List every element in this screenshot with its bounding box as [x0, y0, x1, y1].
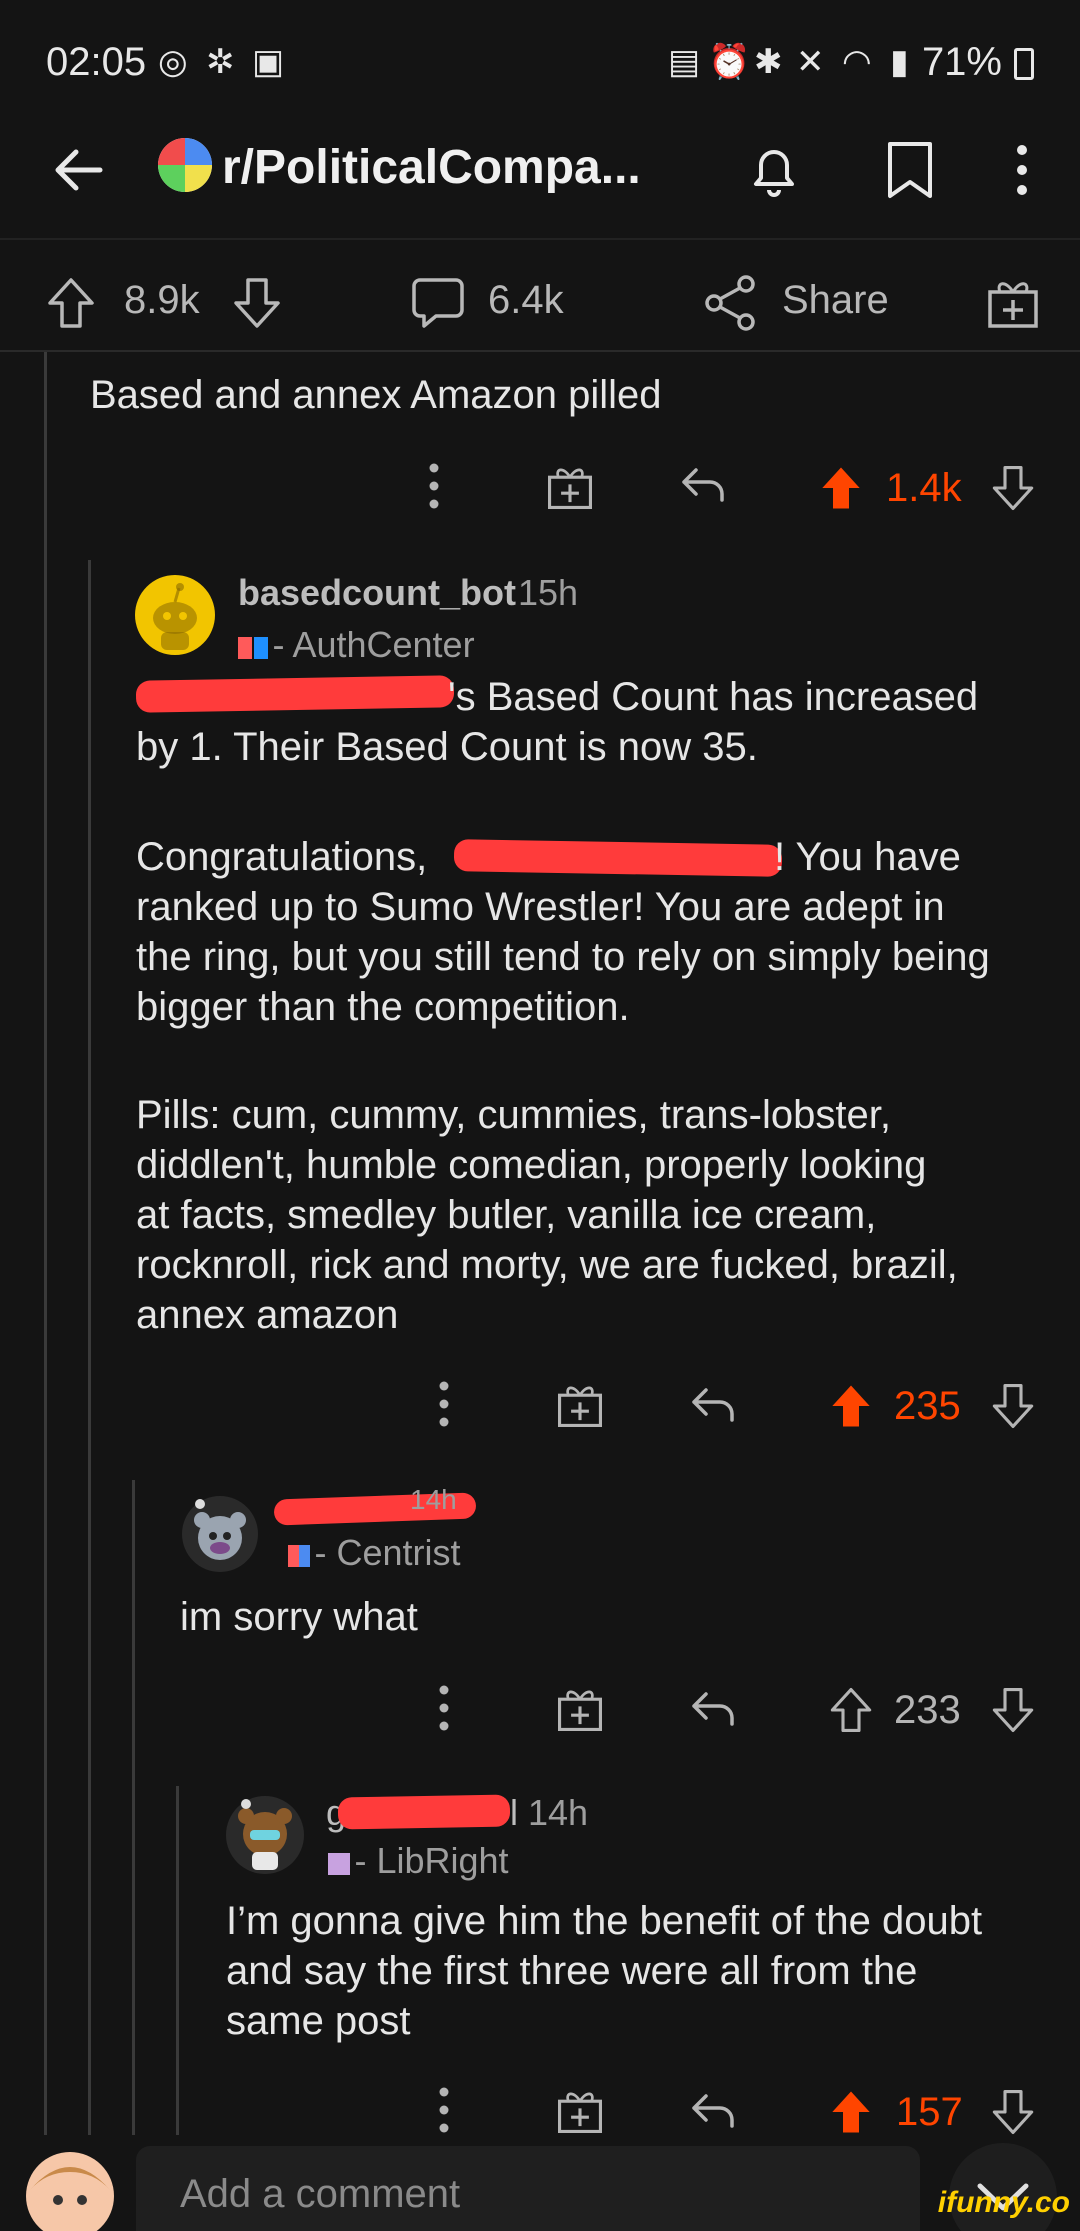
comment-bubble-icon[interactable]: [410, 276, 466, 330]
comment-body: Based and annex Amazon pilled: [90, 373, 662, 417]
downvote-icon[interactable]: [990, 2088, 1036, 2136]
comment-more-icon[interactable]: [434, 2082, 454, 2138]
avatar[interactable]: [180, 1494, 260, 1574]
flair-text: - LibRight: [354, 1840, 509, 1881]
downvote-icon[interactable]: [990, 1382, 1036, 1430]
comment-body: 's Based Count has increased: [448, 675, 979, 719]
wifi-icon: ◠: [842, 43, 872, 81]
comment-more-icon[interactable]: [434, 1680, 454, 1736]
post-upvote-icon[interactable]: [46, 276, 96, 330]
reply-icon[interactable]: [690, 1384, 736, 1424]
upvote-active-icon[interactable]: [828, 1382, 874, 1430]
flair-text: - AuthCenter: [272, 624, 475, 665]
user-flair: - AuthCenter: [238, 624, 475, 666]
alarm-icon: ⏰: [708, 43, 751, 81]
comment-more-icon[interactable]: [424, 458, 444, 514]
comment-body: rocknroll, rick and morty, we are fucked…: [136, 1243, 958, 1287]
whatsapp-icon: ◎: [158, 43, 188, 81]
flair-color-square: [328, 1853, 350, 1875]
thread-line[interactable]: [176, 1786, 179, 2142]
comment-body: ranked up to Sumo Wrestler! You are adep…: [136, 885, 945, 929]
comment-body: diddlen't, humble comedian, properly loo…: [136, 1143, 927, 1187]
thread-line[interactable]: [44, 352, 47, 2142]
signal-icon: ▮: [890, 43, 909, 81]
share-icon[interactable]: [702, 274, 758, 332]
comment-body: and say the first three were all from th…: [226, 1949, 918, 1993]
user-flair: - LibRight: [328, 1840, 509, 1882]
comment-body: bigger than the competition.: [136, 985, 630, 1029]
redaction-mark: [135, 675, 455, 713]
comment-body: I’m gonna give him the benefit of the do…: [226, 1899, 983, 1943]
flair-color-square: [238, 637, 252, 659]
redaction-mark: [337, 1794, 511, 1830]
comment-username[interactable]: basedcount_bot: [238, 572, 516, 614]
downvote-icon[interactable]: [990, 464, 1036, 512]
comment-score: 157: [896, 2090, 963, 2134]
reply-icon[interactable]: [690, 2090, 736, 2130]
post-downvote-icon[interactable]: [232, 276, 282, 330]
comment-username-end[interactable]: l: [510, 1792, 518, 1834]
watermark: ifunny.co: [937, 2186, 1070, 2219]
gallery-icon: ▣: [252, 43, 285, 81]
avatar[interactable]: [134, 574, 216, 656]
comment-body: annex amazon: [136, 1293, 399, 1337]
share-button[interactable]: Share: [782, 278, 889, 323]
comment-score: 1.4k: [886, 466, 962, 510]
downvote-icon[interactable]: [990, 1686, 1036, 1734]
subreddit-avatar[interactable]: [156, 136, 214, 194]
award-gift-icon[interactable]: [986, 276, 1040, 330]
post-comment-count: 6.4k: [488, 278, 564, 322]
back-arrow-icon[interactable]: [48, 140, 108, 200]
subreddit-name[interactable]: r/PoliticalCompa...: [222, 140, 641, 195]
post-score: 8.9k: [124, 278, 200, 322]
comment-award-icon[interactable]: [556, 2086, 604, 2136]
upvote-active-icon[interactable]: [828, 2088, 874, 2136]
user-avatar[interactable]: [24, 2150, 116, 2231]
comment-age: 14h: [410, 1484, 457, 1515]
comment-age: 14h: [528, 1792, 589, 1833]
comment-body: Congratulations,: [136, 835, 428, 879]
bell-icon[interactable]: [742, 138, 806, 202]
comment-body: same post: [226, 1999, 411, 2043]
flair-color-square: [288, 1545, 310, 1567]
status-bar: 02:05 ◎ ✲ ▣ ▤ ⏰ ✱ ✕ ◠ ▮ 71%: [0, 0, 1080, 120]
reply-icon[interactable]: [680, 464, 726, 504]
battery-saver-icon: ▤: [668, 43, 701, 81]
comment-body: by 1. Their Based Count is now 35.: [136, 725, 758, 769]
thread-line[interactable]: [88, 560, 91, 2142]
comment-age: 15h: [518, 572, 579, 613]
comment-award-icon[interactable]: [556, 1380, 604, 1430]
status-time: 02:05: [46, 40, 147, 84]
thread-line[interactable]: [132, 1480, 135, 2142]
comment-input-placeholder[interactable]: Add a comment: [180, 2172, 460, 2217]
more-vertical-icon[interactable]: [1012, 142, 1032, 198]
avatar[interactable]: [224, 1794, 306, 1876]
comment-body: Pills: cum, cummy, cummies, trans-lobste…: [136, 1093, 891, 1137]
battery-percent: 71%: [921, 40, 1002, 84]
comment-award-icon[interactable]: [546, 462, 594, 512]
battery-icon: [1014, 48, 1034, 80]
bluetooth-icon: ✱: [754, 43, 783, 81]
redaction-mark: [453, 839, 783, 877]
comment-more-icon[interactable]: [434, 1376, 454, 1432]
comment-body: im sorry what: [180, 1595, 418, 1639]
mute-icon: ✕: [796, 43, 825, 81]
comment-body: at facts, smedley butler, vanilla ice cr…: [136, 1193, 877, 1237]
comment-award-icon[interactable]: [556, 1684, 604, 1734]
comment-body: ! You have: [774, 835, 961, 879]
flair-text: - Centrist: [314, 1532, 461, 1573]
upvote-active-icon[interactable]: [818, 464, 864, 512]
app-notification-icon: ✲: [206, 43, 235, 81]
upvote-icon[interactable]: [828, 1686, 874, 1734]
user-flair: - Centrist: [288, 1532, 460, 1574]
reply-icon[interactable]: [690, 1688, 736, 1728]
save-bookmark-icon[interactable]: [882, 140, 938, 200]
flair-color-square: [254, 637, 268, 659]
comment-body: the ring, but you still tend to rely on …: [136, 935, 990, 979]
comment-score: 233: [894, 1688, 961, 1732]
comment-score: 235: [894, 1384, 961, 1428]
